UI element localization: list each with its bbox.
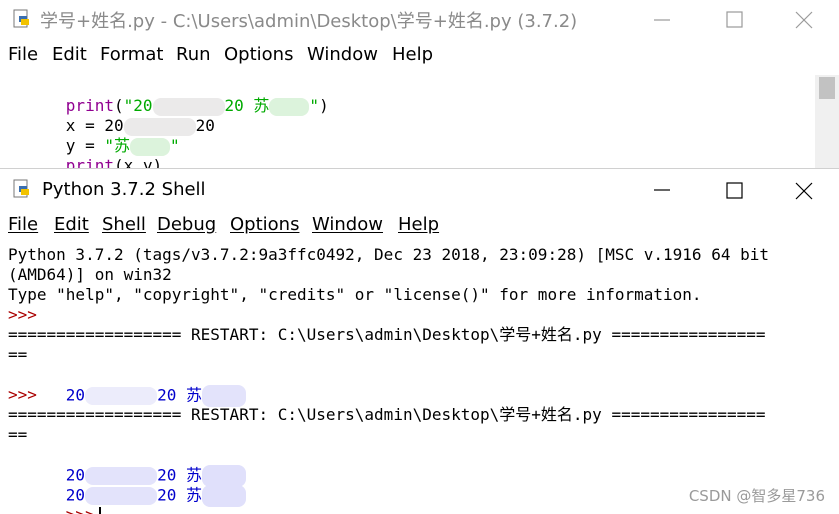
editor-menu-run[interactable]: Run xyxy=(176,44,211,65)
redacted-blur xyxy=(85,387,157,405)
editor-minimize-button[interactable] xyxy=(632,0,692,40)
editor-menu-window[interactable]: Window xyxy=(307,44,378,65)
editor-titlebar[interactable]: 学号+姓名.py - C:\Users\admin\Desktop\学号+姓名.… xyxy=(0,0,839,40)
shell-banner-line-2: (AMD64)] on win32 xyxy=(8,265,172,285)
shell-output-line: 2020 苏 xyxy=(8,445,246,465)
shell-title: Python 3.7.2 Shell xyxy=(42,179,206,200)
shell-prompt: >>> xyxy=(8,385,37,405)
editor-menu-help[interactable]: Help xyxy=(392,44,433,65)
shell-menu-help[interactable]: Help xyxy=(398,214,439,235)
shell-window: Python 3.7.2 Shell File Edit Shell Debug… xyxy=(0,168,839,514)
shell-restart-line: ================== RESTART: C:\Users\adm… xyxy=(8,325,766,345)
shell-menu-debug[interactable]: Debug xyxy=(157,214,216,235)
code-line-3: y = "苏" xyxy=(8,116,180,136)
editor-scrollbar-thumb[interactable] xyxy=(819,77,835,99)
editor-menu-file[interactable]: File xyxy=(8,44,38,65)
code-line-4: print(x,y) xyxy=(8,136,162,156)
shell-maximize-button[interactable] xyxy=(705,170,765,210)
shell-output-line: 2020 苏 xyxy=(8,365,246,385)
shell-menu-window[interactable]: Window xyxy=(312,214,383,235)
shell-restart-line: ================== RESTART: C:\Users\adm… xyxy=(8,405,766,425)
editor-close-button[interactable] xyxy=(774,0,834,40)
shell-banner-line-3: Type "help", "copyright", "credits" or "… xyxy=(8,285,702,305)
editor-scrollbar[interactable] xyxy=(815,75,839,168)
shell-output-line: 2020 苏 xyxy=(8,465,246,485)
shell-restart-wrap: == xyxy=(8,345,27,365)
editor-maximize-button[interactable] xyxy=(705,0,765,40)
editor-code-area[interactable]: print("2020 苏") x = 2020 y = "苏" print(x… xyxy=(0,75,813,168)
shell-menu-file[interactable]: File xyxy=(8,214,38,235)
redacted-blur xyxy=(202,485,246,507)
editor-title: 学号+姓名.py - C:\Users\admin\Desktop\学号+姓名.… xyxy=(40,7,577,33)
python-file-icon xyxy=(12,9,32,29)
editor-menubar: File Edit Format Run Options Window Help xyxy=(0,41,839,72)
shell-menu-options[interactable]: Options xyxy=(230,214,299,235)
shell-input-line[interactable]: >>> xyxy=(8,485,101,505)
editor-menu-edit[interactable]: Edit xyxy=(52,44,87,65)
redacted-blur xyxy=(202,385,246,407)
editor-menu-format[interactable]: Format xyxy=(100,44,163,65)
shell-minimize-button[interactable] xyxy=(632,170,692,210)
redacted-blur xyxy=(269,98,309,116)
shell-close-button[interactable] xyxy=(774,170,834,210)
editor-menu-options[interactable]: Options xyxy=(224,44,293,65)
shell-menu-shell[interactable]: Shell xyxy=(102,214,146,235)
shell-titlebar[interactable]: Python 3.7.2 Shell xyxy=(0,169,839,209)
shell-banner-line-1: Python 3.7.2 (tags/v3.7.2:9a3ffc0492, De… xyxy=(8,245,769,265)
code-line-2: x = 2020 xyxy=(8,96,215,116)
shell-menu-edit[interactable]: Edit xyxy=(54,214,89,235)
code-line-1: print("2020 苏") xyxy=(8,76,329,96)
shell-restart-wrap: == xyxy=(8,425,27,445)
shell-menubar: File Edit Shell Debug Options Window Hel… xyxy=(0,211,839,242)
editor-window: 学号+姓名.py - C:\Users\admin\Desktop\学号+姓名.… xyxy=(0,0,839,168)
shell-output-area[interactable]: Python 3.7.2 (tags/v3.7.2:9a3ffc0492, De… xyxy=(0,243,839,514)
shell-prompt: >>> xyxy=(8,305,37,325)
watermark: CSDN @智多星736 xyxy=(689,485,825,506)
python-shell-icon xyxy=(12,179,32,199)
